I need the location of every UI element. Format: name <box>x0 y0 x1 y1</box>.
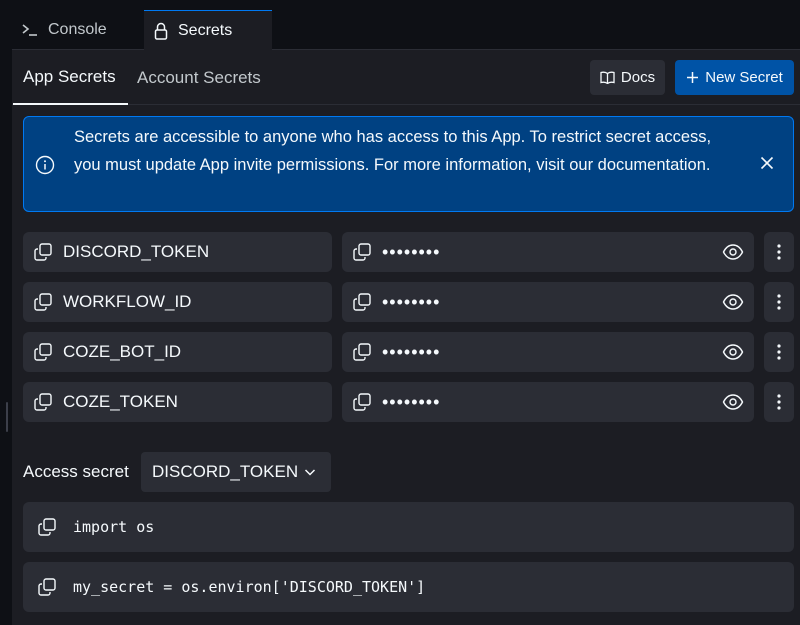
more-actions-button[interactable] <box>764 332 794 372</box>
new-secret-button-label: New Secret <box>705 69 783 86</box>
secret-key-field[interactable]: COZE_BOT_ID <box>23 332 332 372</box>
secret-key-field[interactable]: DISCORD_TOKEN <box>23 232 332 272</box>
more-actions-button[interactable] <box>764 282 794 322</box>
secret-row: WORKFLOW_ID •••••••• <box>0 282 800 322</box>
secret-key-label: COZE_BOT_ID <box>63 342 182 361</box>
docs-button[interactable]: Docs <box>590 60 665 95</box>
new-secret-button[interactable]: New Secret <box>675 60 794 95</box>
secret-value-field[interactable]: •••••••• <box>342 382 754 422</box>
access-secret-selected: DISCORD_TOKEN <box>152 462 299 481</box>
code-snippet-import[interactable]: import os <box>23 502 794 552</box>
eye-icon[interactable] <box>722 292 744 312</box>
secret-value-field[interactable]: •••••••• <box>342 282 754 322</box>
tab-console-label: Console <box>48 21 107 38</box>
code-line: my_secret = os.environ['DISCORD_TOKEN'] <box>73 578 426 596</box>
book-icon <box>600 71 615 84</box>
copy-icon[interactable] <box>33 292 53 312</box>
eye-icon[interactable] <box>722 342 744 362</box>
copy-icon[interactable] <box>352 292 372 312</box>
copy-icon[interactable] <box>352 392 372 412</box>
code-line: import os <box>73 518 155 536</box>
copy-icon[interactable] <box>33 342 53 362</box>
code-snippet-access[interactable]: my_secret = os.environ['DISCORD_TOKEN'] <box>23 562 794 612</box>
secret-value-field[interactable]: •••••••• <box>342 232 754 272</box>
kebab-menu-icon <box>777 294 781 310</box>
plus-icon <box>686 71 699 84</box>
secret-row: DISCORD_TOKEN •••••••• <box>0 232 800 272</box>
tab-account-secrets[interactable]: Account Secrets <box>137 50 261 105</box>
copy-icon[interactable] <box>352 242 372 262</box>
eye-icon[interactable] <box>722 242 744 262</box>
tab-secrets[interactable]: Secrets <box>144 10 272 50</box>
copy-icon[interactable] <box>37 517 57 537</box>
secret-masked-value: •••••••• <box>382 341 441 362</box>
copy-icon[interactable] <box>37 577 57 597</box>
kebab-menu-icon <box>777 344 781 360</box>
access-secret-select[interactable]: DISCORD_TOKEN <box>141 452 331 492</box>
tab-app-secrets[interactable]: App Secrets <box>13 50 128 105</box>
secret-key-label: COZE_TOKEN <box>63 392 178 411</box>
close-icon[interactable] <box>757 153 777 173</box>
docs-button-label: Docs <box>620 69 656 86</box>
lock-icon <box>154 22 168 40</box>
info-banner: Secrets are accessible to anyone who has… <box>23 116 794 212</box>
copy-icon[interactable] <box>33 242 53 262</box>
secret-row: COZE_TOKEN •••••••• <box>0 382 800 422</box>
kebab-menu-icon <box>777 394 781 410</box>
secret-value-field[interactable]: •••••••• <box>342 332 754 372</box>
pane-tab-bar: Console Secrets <box>12 0 800 50</box>
access-secret-label: Access secret <box>23 462 129 481</box>
banner-message: Secrets are accessible to anyone who has… <box>74 128 712 174</box>
eye-icon[interactable] <box>722 392 744 412</box>
more-actions-button[interactable] <box>764 382 794 422</box>
secret-masked-value: •••••••• <box>382 291 441 312</box>
secret-masked-value: •••••••• <box>382 391 441 412</box>
secret-key-field[interactable]: WORKFLOW_ID <box>23 282 332 322</box>
info-icon <box>35 155 55 175</box>
secret-key-field[interactable]: COZE_TOKEN <box>23 382 332 422</box>
secret-key-label: WORKFLOW_ID <box>63 292 192 311</box>
secret-key-label: DISCORD_TOKEN <box>63 242 210 261</box>
terminal-prompt-icon <box>22 23 38 37</box>
kebab-menu-icon <box>777 244 781 260</box>
copy-icon[interactable] <box>33 392 53 412</box>
tab-secrets-label: Secrets <box>178 21 233 39</box>
secret-row: COZE_BOT_ID •••••••• <box>0 332 800 372</box>
more-actions-button[interactable] <box>764 232 794 272</box>
secret-masked-value: •••••••• <box>382 241 441 262</box>
copy-icon[interactable] <box>352 342 372 362</box>
tab-console[interactable]: Console <box>22 10 107 50</box>
tab-bar-top-strip <box>12 0 800 10</box>
chevron-down-icon <box>303 465 317 479</box>
